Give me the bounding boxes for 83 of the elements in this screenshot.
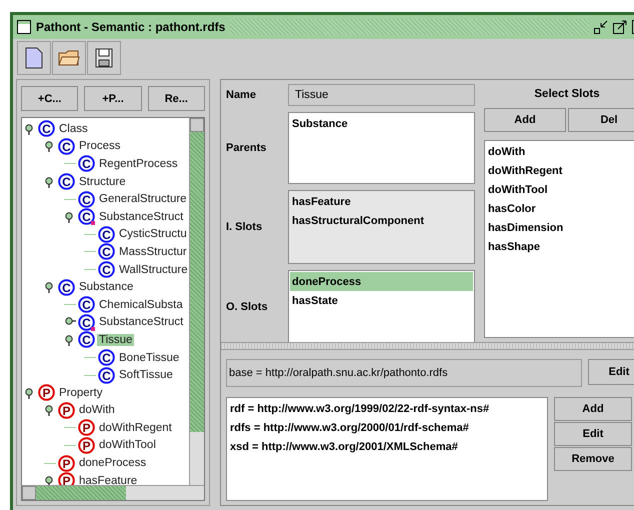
tree-item[interactable]: BoneTissue — [117, 352, 182, 364]
tree-item[interactable]: Substance — [77, 281, 136, 294]
class-icon: C — [98, 226, 115, 243]
class-icon: C — [78, 208, 95, 226]
tree-item[interactable]: CysticStructu — [117, 228, 189, 240]
tree-item[interactable]: Class — [57, 122, 90, 135]
property-icon: P — [78, 419, 95, 436]
base-uri-field[interactable]: base = http://oralpath.snu.ac.kr/pathonto.rdfs — [226, 359, 582, 387]
class-icon: C — [58, 138, 75, 155]
vertical-scrollbar[interactable] — [189, 118, 204, 485]
open-folder-button[interactable] — [52, 41, 86, 75]
window-title: Pathont - Semantic : pathont.rdfs — [36, 20, 226, 34]
tree-item[interactable]: WallStructure — [117, 264, 189, 276]
class-icon: C — [98, 261, 115, 278]
o-slots-label: O. Slots — [226, 301, 269, 313]
list-item[interactable]: hasShape — [486, 237, 634, 256]
namespace-button[interactable]: Edit — [554, 422, 632, 446]
tree-item[interactable]: Process — [77, 140, 123, 152]
property-icon: P — [38, 384, 55, 402]
edit-base-button[interactable]: Edit — [588, 359, 634, 385]
i-slots-label: I. Slots — [226, 221, 264, 233]
list-item[interactable]: doWithTool — [486, 180, 634, 199]
class-icon: C — [98, 243, 115, 260]
tree-item[interactable]: ChemicalSubsta — [97, 298, 185, 311]
tree-item[interactable]: doWithRegent — [97, 422, 174, 434]
class-icon: C — [78, 190, 95, 208]
save-button[interactable] — [87, 41, 121, 75]
maximize-icon[interactable] — [613, 20, 627, 34]
class-icon: C — [58, 173, 75, 190]
list-item[interactable]: xsd = http://www.w3.org/2001/XMLSchema# — [228, 437, 546, 456]
list-item[interactable]: hasState — [290, 291, 473, 310]
slot-button[interactable]: Add — [484, 108, 566, 132]
class-icon: C — [98, 349, 115, 366]
tree-item[interactable]: Structure — [77, 176, 128, 188]
property-icon: P — [58, 402, 75, 419]
tree-item[interactable]: doWithTool — [97, 439, 158, 452]
minimize-icon[interactable] — [594, 20, 608, 34]
folder-icon — [58, 49, 80, 67]
tree-item[interactable]: SubstanceStruct — [97, 316, 186, 328]
class-icon: C — [78, 314, 95, 331]
class-icon: C — [78, 331, 95, 348]
document-icon — [25, 47, 43, 69]
name-field[interactable]: Tissue — [288, 84, 475, 106]
select-slots-title: Select Slots — [533, 87, 601, 102]
list-item[interactable]: doneProcess — [290, 272, 473, 291]
tree-item[interactable]: SubstanceStruct — [97, 210, 186, 223]
list-item[interactable]: Substance — [290, 114, 473, 133]
name-label: Name — [226, 89, 257, 101]
window-icon — [17, 20, 31, 34]
list-item[interactable]: rdf = http://www.w3.org/1999/02/22-rdf-syntax-ns# — [228, 399, 546, 418]
class-icon: C — [38, 120, 55, 138]
property-icon: P — [58, 454, 75, 472]
parents-label: Parents — [226, 142, 268, 154]
tree-item[interactable]: Property — [57, 386, 104, 399]
list-item[interactable]: hasColor — [486, 199, 634, 218]
list-item[interactable]: hasDimension — [486, 218, 634, 237]
class-icon: C — [58, 278, 75, 296]
class-icon: C — [98, 366, 115, 384]
list-item[interactable]: doWith — [486, 142, 634, 161]
class-icon: C — [78, 155, 95, 172]
tree-item[interactable]: MassStructur — [117, 246, 189, 258]
tree-item[interactable]: Tissue — [97, 334, 134, 346]
title-bar-grip[interactable] — [230, 19, 589, 35]
namespace-button[interactable]: Remove — [554, 447, 632, 471]
tree-action-button[interactable]: +C... — [21, 86, 78, 111]
slot-button[interactable]: Del — [568, 108, 634, 132]
tree-item[interactable]: doWith — [77, 404, 117, 416]
tree-item[interactable]: GeneralStructure — [97, 193, 189, 206]
property-icon: P — [78, 436, 95, 454]
list-item[interactable]: hasFeature — [290, 192, 473, 211]
horizontal-scrollbar[interactable] — [22, 485, 204, 500]
namespace-button[interactable]: Add — [554, 397, 632, 421]
tree-action-button[interactable]: Re... — [148, 86, 205, 111]
class-icon: C — [78, 296, 95, 314]
tree-action-button[interactable]: +P... — [84, 86, 142, 111]
list-item[interactable]: doWithRegent — [486, 161, 634, 180]
list-item[interactable]: hasStructuralComponent — [290, 211, 473, 230]
new-file-button[interactable] — [17, 41, 51, 75]
tree-item[interactable]: SoftTissue — [117, 369, 175, 382]
tree-item[interactable]: doneProcess — [77, 457, 148, 470]
list-item[interactable]: rdfs = http://www.w3.org/2000/01/rdf-schema# — [228, 418, 546, 437]
tree-item[interactable]: hasFeature — [77, 474, 140, 485]
tree-item[interactable]: RegentProcess — [97, 158, 180, 170]
